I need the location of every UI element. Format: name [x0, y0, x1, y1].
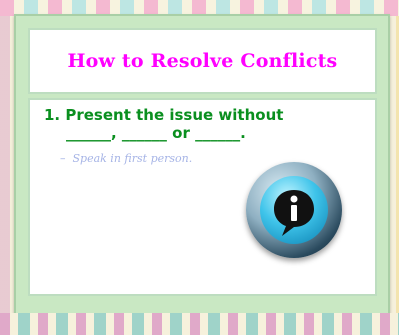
- sub-bullet: – Speak in first person.: [60, 152, 192, 165]
- slide-title: How to Resolve Conflicts: [67, 50, 338, 72]
- bullet-1: 1. Present the issue without ______, ___…: [44, 106, 364, 142]
- info-button[interactable]: [246, 162, 342, 258]
- sub-bullet-dash-icon: –: [60, 152, 73, 165]
- info-icon: [260, 176, 328, 244]
- title-panel: How to Resolve Conflicts: [28, 28, 377, 94]
- bottom-decorative-band: [0, 313, 399, 335]
- sub-bullet-text: Speak in first person.: [72, 152, 193, 165]
- bullet-1-line-1: 1. Present the issue without: [44, 106, 284, 124]
- bullet-1-line-2: ______, ______ or ______.: [66, 124, 246, 142]
